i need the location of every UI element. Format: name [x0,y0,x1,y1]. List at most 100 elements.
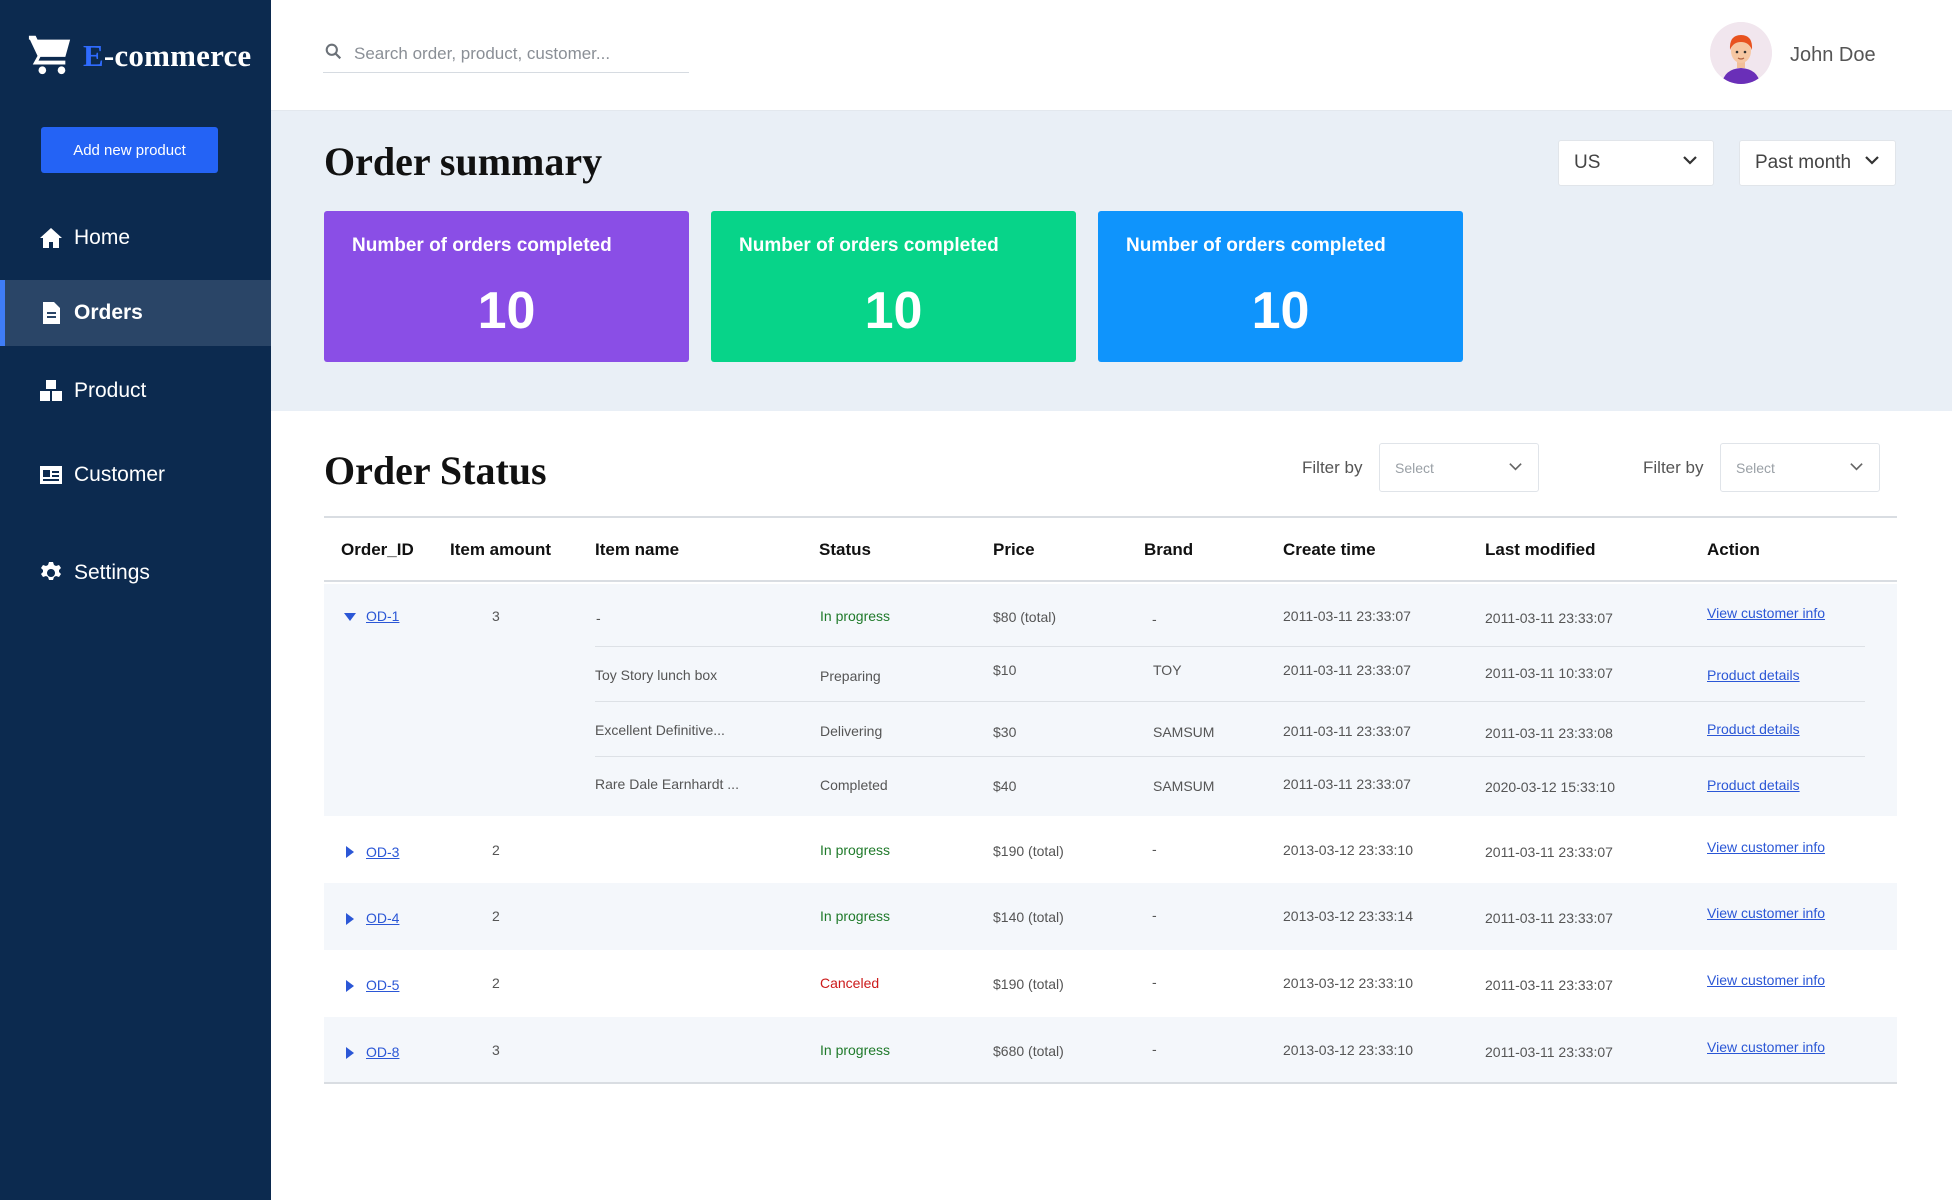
search-bar[interactable] [323,36,689,73]
column-header[interactable]: Action [1707,540,1760,560]
shopping-cart-icon [27,30,73,81]
last-modified: 2011-03-11 23:33:07 [1485,844,1613,860]
caret-right-icon[interactable] [344,845,356,858]
last-modified: 2011-03-11 23:33:07 [1485,910,1613,926]
last-modified: 2011-03-11 23:33:07 [1485,610,1613,626]
brand: - [1152,611,1157,627]
product-details-link[interactable]: Product details [1707,667,1800,683]
product-details-link[interactable]: Product details [1707,777,1800,793]
create-time: 2011-03-11 23:33:07 [1283,776,1411,792]
create-time: 2013-03-12 23:33:10 [1283,975,1413,991]
region-dropdown[interactable]: US [1558,140,1714,186]
summary-card: Number of orders completed 10 [1098,211,1463,362]
row-divider [595,646,1865,647]
brand: TOY [1153,662,1182,678]
sidebar: E-commerce Add new product Home Orders P… [0,0,271,1200]
column-header[interactable]: Item name [595,540,679,560]
status-label: Delivering [820,723,883,739]
region-value: US [1574,152,1601,173]
order-summary-section: Order summary US Past month Number of or… [271,111,1952,411]
view-customer-info-link[interactable]: View customer info [1707,905,1825,921]
price: $80 (total) [993,609,1057,625]
caret-down-icon[interactable] [344,610,356,622]
avatar[interactable] [1710,22,1772,84]
view-customer-info-link[interactable]: View customer info [1707,839,1825,855]
sidebar-item-label: Customer [74,463,166,486]
item-name: Toy Story lunch box [595,667,718,683]
item-amount: 2 [492,975,500,991]
item-name: Rare Dale Earnhardt ... [595,776,739,792]
brand: SAMSUM [1153,778,1215,794]
price: $190 (total) [993,843,1064,859]
select-placeholder: Select [1736,459,1775,476]
view-customer-info-link[interactable]: View customer info [1707,605,1825,621]
column-header[interactable]: Order_ID [341,540,414,560]
card-value: 10 [1251,282,1310,340]
status-label: Completed [820,777,888,793]
price: $40 [993,778,1017,794]
order-id-link[interactable]: OD-8 [366,1044,399,1060]
add-new-product-button[interactable]: Add new product [41,127,218,173]
view-customer-info-link[interactable]: View customer info [1707,972,1825,988]
sidebar-item-product[interactable]: Product [0,358,271,424]
last-modified: 2011-03-11 10:33:07 [1485,665,1613,681]
section-title: Order Status [324,448,547,493]
table-row-expanded: OD-1 3 - In progress $80 (total) - 2011-… [324,584,1897,816]
table-border [324,1082,1897,1084]
brand-name: E-commerce [83,37,252,73]
brand: - [1152,1041,1157,1057]
column-header[interactable]: Brand [1144,540,1193,560]
item-name: - [596,610,601,626]
filter-select[interactable]: Select [1379,443,1539,492]
table-header: Order_ID Item amount Item name Status Pr… [324,518,1897,582]
status-label: In progress [820,908,891,924]
sidebar-item-settings[interactable]: Settings [0,540,271,606]
column-header[interactable]: Create time [1283,540,1376,560]
column-header[interactable]: Price [993,540,1035,560]
user-name[interactable]: John Doe [1790,44,1876,67]
page-title: Order summary [324,139,603,184]
id-card-icon [38,462,64,488]
sidebar-item-orders[interactable]: Orders [0,280,271,346]
order-id-link[interactable]: OD-4 [366,910,399,926]
card-label: Number of orders completed [739,235,999,256]
order-id-link[interactable]: OD-5 [366,977,399,993]
caret-right-icon[interactable] [344,912,356,925]
item-amount: 2 [492,908,500,924]
period-dropdown[interactable]: Past month [1739,140,1896,186]
column-header[interactable]: Status [819,540,871,560]
last-modified: 2011-03-11 23:33:07 [1485,1044,1613,1060]
brand: - [1152,841,1157,857]
row-divider [595,701,1865,702]
table-row: OD-4 2 In progress $140 (total) - 2013-0… [324,883,1897,950]
item-amount: 2 [492,842,500,858]
gear-icon [38,560,64,586]
table-row: OD-5 2 Canceled $190 (total) - 2013-03-1… [324,950,1897,1017]
sidebar-item-customer[interactable]: Customer [0,442,271,508]
caret-right-icon[interactable] [344,1046,356,1059]
column-header[interactable]: Last modified [1485,540,1596,560]
order-id-link[interactable]: OD-1 [366,608,399,624]
column-header[interactable]: Item amount [450,540,551,560]
price: $680 (total) [993,1043,1064,1059]
product-details-link[interactable]: Product details [1707,721,1800,737]
chevron-down-icon [1849,459,1864,477]
chevron-down-icon [1864,152,1880,174]
brand: SAMSUM [1153,724,1215,740]
order-id-link[interactable]: OD-3 [366,844,399,860]
price: $140 (total) [993,909,1064,925]
brand-logo[interactable]: E-commerce [27,30,251,81]
sidebar-item-label: Product [74,379,147,402]
sidebar-item-label: Settings [74,561,150,584]
caret-right-icon[interactable] [344,979,356,992]
create-time: 2013-03-12 23:33:10 [1283,1042,1413,1058]
brand: - [1152,907,1157,923]
search-input[interactable] [354,44,654,64]
last-modified: 2011-03-11 23:33:07 [1485,977,1613,993]
top-header: John Doe [271,0,1952,111]
filter-select[interactable]: Select [1720,443,1880,492]
view-customer-info-link[interactable]: View customer info [1707,1039,1825,1055]
filter-label: Filter by [1643,458,1704,477]
sidebar-item-home[interactable]: Home [0,205,271,271]
sidebar-item-label: Home [74,226,131,249]
